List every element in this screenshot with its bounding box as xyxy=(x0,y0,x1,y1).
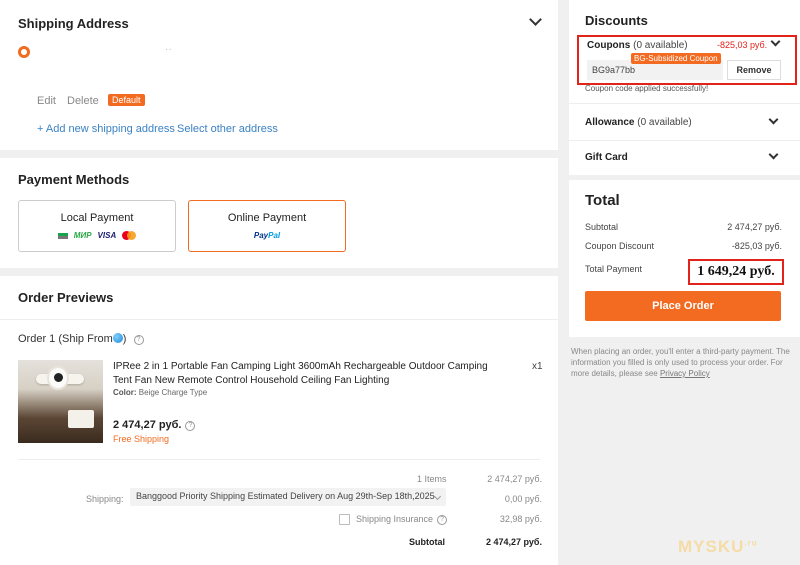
total-title: Total xyxy=(585,192,620,209)
allowance-toggle[interactable]: Allowance (0 available) xyxy=(585,117,692,128)
coupons-label: Coupons xyxy=(587,40,631,51)
order-previews-title: Order Previews xyxy=(18,290,114,305)
delete-address-link[interactable]: Delete xyxy=(67,95,99,107)
divider xyxy=(0,319,558,320)
payment-methods-panel: Payment Methods Local Payment MИР VISA On… xyxy=(0,158,558,268)
paypal-logo-pal: Pal xyxy=(268,231,281,240)
chevron-down-icon[interactable] xyxy=(529,13,542,26)
globe-icon xyxy=(112,333,123,343)
help-icon[interactable]: ? xyxy=(133,335,144,345)
shipping-address-title: Shipping Address xyxy=(18,16,129,31)
online-payment-label: Online Payment xyxy=(227,212,307,224)
mastercard-logo-icon xyxy=(122,231,137,241)
coupons-toggle[interactable]: Coupons (0 available) xyxy=(587,40,688,51)
privacy-policy-link[interactable]: Privacy Policy xyxy=(660,369,710,378)
order-previews-panel: Order Previews Order 1 (Ship From) ? IPR… xyxy=(0,276,558,565)
shipping-method-select[interactable]: Banggood Priority Shipping Estimated Del… xyxy=(130,488,446,506)
coupons-available: (0 available) xyxy=(633,40,688,51)
select-other-address-link[interactable]: Select other address xyxy=(177,123,278,135)
total-subtotal-value: 2 474,27 руб. xyxy=(727,222,782,232)
divider xyxy=(18,459,540,460)
coupon-discount-value: -825,03 руб. xyxy=(731,241,782,251)
product-image-lens xyxy=(54,373,63,382)
add-new-address-link[interactable]: + Add new shipping address xyxy=(37,123,175,135)
total-payment-label: Total Payment xyxy=(585,264,643,274)
payment-methods-title: Payment Methods xyxy=(18,172,130,187)
color-label: Color: xyxy=(113,388,137,397)
watermark: MYSKU.ru xyxy=(678,537,758,557)
gift-card-toggle[interactable]: Gift Card xyxy=(585,152,628,163)
place-order-button[interactable]: Place Order xyxy=(585,291,781,321)
payment-note: When placing an order, you'll enter a th… xyxy=(571,346,791,379)
visa-logo: VISA xyxy=(97,231,117,240)
divider xyxy=(569,103,800,104)
help-icon[interactable]: ? xyxy=(185,421,196,431)
local-payment-option[interactable]: Local Payment MИР VISA xyxy=(18,200,176,252)
shipping-insurance-row: Shipping Insurance? xyxy=(356,514,448,525)
local-payment-label: Local Payment xyxy=(60,212,134,224)
watermark-text: MYSKU xyxy=(678,537,745,556)
coupons-discount: -825,03 руб. xyxy=(717,40,768,50)
shipping-address-panel: Shipping Address ·· Edit Delete Default … xyxy=(0,0,558,150)
shipping-value: 0,00 руб. xyxy=(504,494,542,504)
coupon-discount-label: Coupon Discount xyxy=(585,241,655,251)
order-label: Order 1 xyxy=(18,333,56,345)
discounts-title: Discounts xyxy=(585,13,648,28)
product-image[interactable] xyxy=(18,360,103,443)
total-payment-value: 1 649,24 руб. xyxy=(688,259,784,285)
online-payment-option[interactable]: Online Payment PayPal xyxy=(188,200,346,252)
remove-coupon-button[interactable]: Remove xyxy=(727,60,781,80)
product-name[interactable]: IPRee 2 in 1 Portable Fan Camping Light … xyxy=(113,360,493,388)
paypal-logo: PayPal xyxy=(189,231,345,240)
total-subtotal-label: Subtotal xyxy=(585,222,619,232)
ship-from-label: (Ship From xyxy=(58,333,113,345)
watermark-suffix: .ru xyxy=(744,538,758,548)
product-image-remote xyxy=(68,410,94,428)
order-header: Order 1 (Ship From) ? xyxy=(18,333,144,345)
paypal-logo-pay: Pay xyxy=(253,231,269,240)
shipping-insurance-value: 32,98 руб. xyxy=(499,514,542,524)
free-shipping-label: Free Shipping xyxy=(113,434,170,444)
address-text: ·· xyxy=(165,44,172,55)
divider xyxy=(569,140,800,141)
shipping-insurance-checkbox[interactable] xyxy=(339,514,350,525)
items-value: 2 474,27 руб. xyxy=(487,474,542,484)
allowance-available: (0 available) xyxy=(637,117,692,128)
product-quantity: x1 xyxy=(532,361,543,372)
coupon-tag: BG-Subsidized Coupon xyxy=(631,53,721,64)
local-payment-logos: MИР VISA xyxy=(19,231,175,241)
address-radio[interactable] xyxy=(18,46,30,58)
allowance-label: Allowance xyxy=(585,117,635,128)
ship-from-close: ) xyxy=(122,333,127,345)
product-price-value: 2 474,27 руб. xyxy=(113,419,182,431)
mir-logo: MИР xyxy=(73,231,92,240)
default-badge: Default xyxy=(108,94,145,106)
shipping-insurance-label: Shipping Insurance xyxy=(356,514,434,524)
sbp-logo-icon xyxy=(57,232,68,239)
coupon-applied-message: Coupon code applied successfully! xyxy=(585,84,709,93)
color-value: Beige Charge Type xyxy=(138,388,208,397)
edit-address-link[interactable]: Edit xyxy=(37,95,56,107)
product-price: 2 474,27 руб.? xyxy=(113,419,196,431)
items-count: 1 Items xyxy=(417,474,447,484)
product-color: Color: Beige Charge Type xyxy=(113,388,207,397)
subtotal-value: 2 474,27 руб. xyxy=(486,537,542,547)
shipping-label: Shipping: xyxy=(86,494,124,504)
help-icon[interactable]: ? xyxy=(437,515,448,525)
subtotal-label: Subtotal xyxy=(409,537,445,547)
